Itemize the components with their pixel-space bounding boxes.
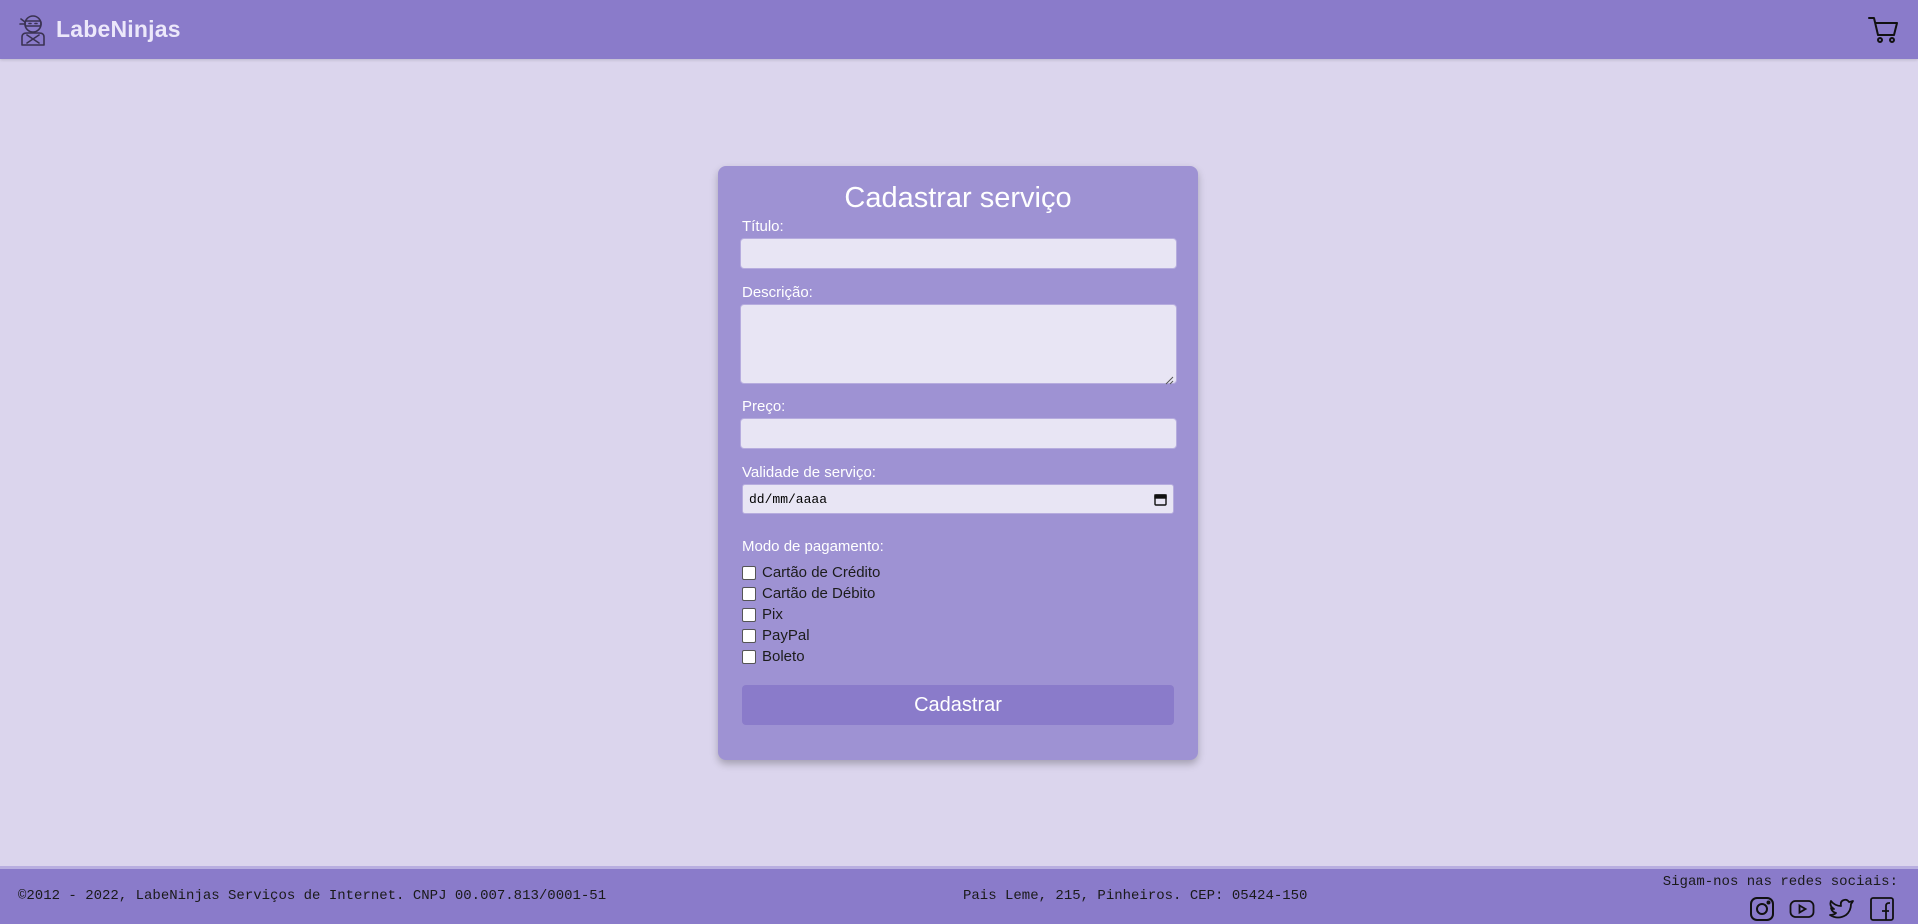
payment-option[interactable]: Cartão de Débito — [742, 583, 1176, 604]
service-form-card: Cadastrar serviço Título: Descrição: Pre… — [718, 166, 1198, 760]
payment-checkbox[interactable] — [742, 628, 756, 643]
payment-checkbox[interactable] — [742, 586, 756, 601]
social-section: Sigam-nos nas redes sociais: — [1663, 874, 1898, 923]
resize-grip-icon[interactable] — [1165, 372, 1174, 385]
facebook-icon[interactable] — [1868, 895, 1896, 923]
payment-option-label: PayPal — [762, 627, 810, 644]
payment-checkbox[interactable] — [742, 607, 756, 622]
page-footer: ©2012 - 2022, LabeNinjas Serviços de Int… — [0, 866, 1918, 924]
date-placeholder: dd/mm/aaaa — [749, 491, 828, 507]
youtube-icon[interactable] — [1788, 895, 1816, 923]
validade-label: Validade de serviço: — [742, 464, 876, 481]
preco-label: Preço: — [742, 398, 786, 415]
brand-name: LabeNinjas — [56, 16, 181, 42]
validade-date-input[interactable]: dd/mm/aaaa — [742, 484, 1174, 514]
ninja-icon — [18, 13, 48, 47]
social-title: Sigam-nos nas redes sociais: — [1662, 874, 1898, 890]
payment-checkbox[interactable] — [742, 649, 756, 664]
payment-option[interactable]: PayPal — [742, 625, 1176, 646]
top-navbar: LabeNinjas — [0, 0, 1918, 59]
preco-input[interactable] — [740, 418, 1177, 449]
cart-icon[interactable] — [1866, 13, 1900, 47]
payment-option[interactable]: Boleto — [742, 646, 1176, 667]
titulo-label: Título: — [742, 218, 784, 235]
calendar-icon[interactable] — [1153, 492, 1167, 506]
payment-option-label: Pix — [762, 606, 783, 623]
address-text: Pais Leme, 215, Pinheiros. CEP: 05424-15… — [963, 888, 1308, 904]
pagamento-label: Modo de pagamento: — [742, 538, 884, 555]
payment-checkbox[interactable] — [742, 565, 756, 580]
instagram-icon[interactable] — [1748, 895, 1776, 923]
payment-option-label: Cartão de Débito — [762, 585, 876, 602]
cadastrar-button[interactable]: Cadastrar — [742, 685, 1174, 725]
descricao-label: Descrição: — [742, 284, 813, 301]
form-title: Cadastrar serviço — [844, 182, 1072, 214]
descricao-textarea[interactable] — [740, 304, 1177, 385]
titulo-input[interactable] — [740, 238, 1177, 269]
twitter-icon[interactable] — [1828, 895, 1856, 923]
payment-option-label: Cartão de Crédito — [762, 564, 881, 581]
payment-option[interactable]: Cartão de Crédito — [742, 562, 1176, 583]
brand-home-link[interactable]: LabeNinjas — [18, 13, 181, 47]
payment-option[interactable]: Pix — [742, 604, 1176, 625]
payment-option-label: Boleto — [762, 648, 805, 665]
copyright-text: ©2012 - 2022, LabeNinjas Serviços de Int… — [18, 888, 607, 904]
social-icons — [1663, 895, 1898, 923]
